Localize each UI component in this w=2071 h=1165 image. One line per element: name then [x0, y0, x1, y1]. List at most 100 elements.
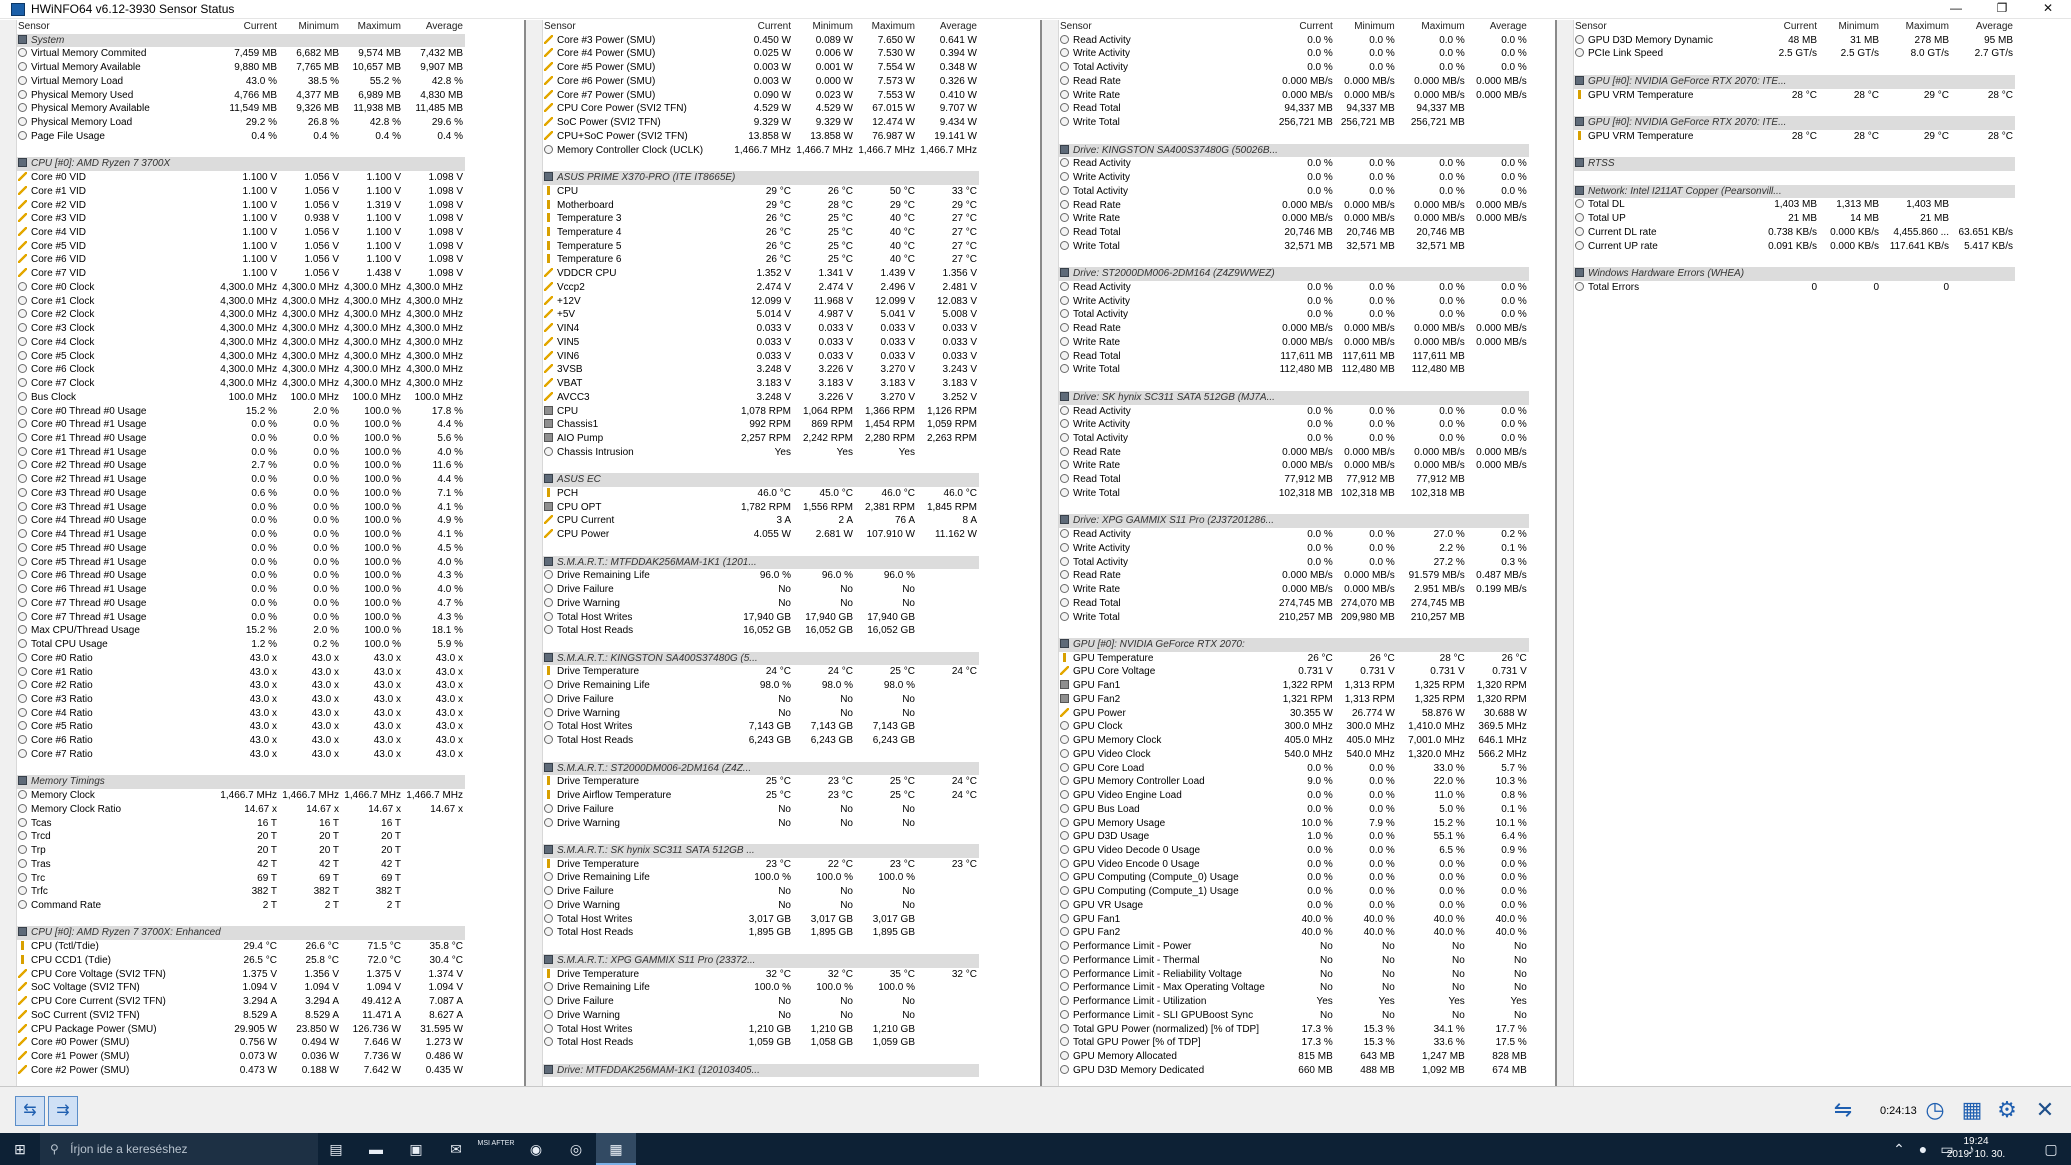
sensor-row[interactable]: Core #7 Thread #0 Usage 0.0 % 0.0 % 100.0 %… — [17, 597, 465, 611]
sensor-group-header[interactable]: GPU [#0]: NVIDIA GeForce RTX 2070: ITE..… — [1574, 116, 2015, 130]
sensor-row[interactable]: Core #0 Power (SMU) 0.756 W 0.494 W 7.646 W… — [17, 1036, 465, 1050]
sensor-row[interactable]: Physical Memory Load 29.2 % 26.8 % 42.8 % 29… — [17, 116, 465, 130]
sensor-row[interactable]: Write Activity 0.0 % 0.0 % 0.0 % 0.0 % — [1059, 171, 1529, 185]
sensor-row[interactable]: GPU Memory Allocated 815 MB 643 MB 1,247 MB… — [1059, 1050, 1529, 1064]
header-average[interactable]: Average — [917, 20, 979, 34]
sensor-row[interactable]: Chassis1 992 RPM 869 RPM 1,454 RPM 1,059 RPM — [543, 418, 979, 432]
sensor-row[interactable]: Core #2 Thread #1 Usage 0.0 % 0.0 % 100.0 %… — [17, 473, 465, 487]
sensor-row[interactable]: Total Activity 0.0 % 0.0 % 0.0 % 0.0 % — [1059, 61, 1529, 75]
microphone-icon[interactable]: ● — [1911, 1133, 1935, 1165]
sensor-row[interactable]: Core #7 Clock 4,300.0 MHz 4,300.0 MHz 4,300… — [17, 377, 465, 391]
sensor-row[interactable]: Core #1 Power (SMU) 0.073 W 0.036 W 7.736 W… — [17, 1050, 465, 1064]
tray-chevron-icon[interactable]: ⌃ — [1887, 1133, 1911, 1165]
clock-icon[interactable]: ◷ — [1918, 1093, 1952, 1127]
sensor-row[interactable]: SoC Current (SVI2 TFN) 8.529 A 8.529 A 11.4… — [17, 1009, 465, 1023]
sensor-row[interactable]: Core #2 Power (SMU) 0.473 W 0.188 W 7.642 W… — [17, 1064, 465, 1078]
sensor-row[interactable]: Core #1 Thread #0 Usage 0.0 % 0.0 % 100.0 %… — [17, 432, 465, 446]
sensor-group-header[interactable]: Drive: ST2000DM006-2DM164 (Z4Z9WWEZ) — [1059, 267, 1529, 281]
sensor-row[interactable]: Vccp2 2.474 V 2.474 V 2.496 V 2.481 V — [543, 281, 979, 295]
sensor-row[interactable]: CPU Core Power (SVI2 TFN) 4.529 W 4.529 W6… — [543, 102, 979, 116]
sensor-row[interactable]: CPU Package Power (SMU) 29.905 W 23.850 W1… — [17, 1023, 465, 1037]
sensor-row[interactable]: Core #4 Power (SMU) 0.025 W 0.006 W 7.530 W… — [543, 47, 979, 61]
header-average[interactable]: Average — [403, 20, 465, 34]
sensor-row[interactable]: Drive Failure No No No — [543, 885, 979, 899]
sensor-row[interactable]: Core #5 Clock 4,300.0 MHz 4,300.0 MHz 4,300… — [17, 350, 465, 364]
taskbar-clock[interactable]: 19:24 2019. 10. 30. — [1941, 1135, 2011, 1161]
scrollbar[interactable] — [1042, 20, 1059, 1086]
sensor-row[interactable]: Core #5 Power (SMU) 0.003 W 0.001 W 7.554 W… — [543, 61, 979, 75]
sensor-row[interactable]: Core #4 VID 1.100 V 1.056 V 1.100 V 1.098 V — [17, 226, 465, 240]
sensor-row[interactable]: Core #0 VID 1.100 V 1.056 V 1.100 V 1.098 V — [17, 171, 465, 185]
sensor-row[interactable]: AIO Pump 2,257 RPM 2,242 RPM 2,280 RPM 2,263… — [543, 432, 979, 446]
sensor-row[interactable]: GPU Video Encode 0 Usage 0.0 % 0.0 % 0.0 % 0… — [1059, 858, 1529, 872]
sensor-group-header[interactable]: Network: Intel I211AT Copper (Pearsonvil… — [1574, 184, 2015, 199]
header-minimum[interactable]: Minimum — [1819, 20, 1881, 34]
sensor-row[interactable]: Drive Warning No No No — [543, 707, 979, 721]
sensor-row[interactable]: Total Activity 0.0 % 0.0 % 0.0 % 0.0 % — [1059, 185, 1529, 199]
msi-afterburner-icon[interactable]: MSI AFTER — [476, 1133, 516, 1165]
sensor-row[interactable]: Read Activity 0.0 % 0.0 % 27.0 % 0.2 % — [1059, 528, 1529, 542]
sensor-row[interactable]: Drive Failure No No No — [543, 995, 979, 1009]
sensor-row[interactable]: Performance Limit - Power No No No No — [1059, 940, 1529, 954]
sensor-row[interactable]: Total Activity 0.0 % 0.0 % 0.0 % 0.0 % — [1059, 432, 1529, 446]
sensor-row[interactable]: Drive Warning No No No — [543, 597, 979, 611]
network-icon[interactable]: ⇋ — [1826, 1093, 1860, 1127]
sensor-row[interactable]: GPU Computing (Compute_0) Usage 0.0 % 0.0 … — [1059, 871, 1529, 885]
sensor-row[interactable]: Physical Memory Used 4,766 MB 4,377 MB 6,98… — [17, 89, 465, 103]
sensor-row[interactable]: Drive Temperature 25 °C 23 °C 25 °C 24 °C — [543, 775, 979, 789]
sensor-row[interactable]: Write Total 102,318 MB 102,318 MB 102,318 M… — [1059, 487, 1529, 501]
notifications-icon[interactable]: ▢ — [2031, 1133, 2071, 1165]
sensor-row[interactable]: VDDCR CPU 1.352 V 1.341 V 1.439 V 1.356 V — [543, 267, 979, 281]
sensor-row[interactable]: Core #5 Ratio 43.0 x 43.0 x 43.0 x 43.0 x — [17, 720, 465, 734]
sensor-row[interactable]: Virtual Memory Load 43.0 % 38.5 % 55.2 % 42.… — [17, 75, 465, 89]
scrollbar[interactable] — [526, 20, 543, 1086]
sensor-row[interactable]: Write Activity 0.0 % 0.0 % 2.2 % 0.1 % — [1059, 542, 1529, 556]
sensor-row[interactable]: GPU Fan2 1,321 RPM 1,313 RPM 1,325 RPM 1,320… — [1059, 693, 1529, 707]
sensor-row[interactable]: Performance Limit - Max Operating Voltag… — [1059, 981, 1529, 995]
sensor-row[interactable]: Drive Remaining Life 98.0 % 98.0 % 98.0 % — [543, 679, 979, 693]
sensor-row[interactable]: SoC Voltage (SVI2 TFN) 1.094 V 1.094 V 1.09… — [17, 981, 465, 995]
sensor-row[interactable]: Trcd 20 T 20 T 20 T — [17, 830, 465, 844]
sensor-row[interactable]: CPU Core Current (SVI2 TFN) 3.294 A 3.294 … — [17, 995, 465, 1009]
sensor-row[interactable]: Core #4 Thread #1 Usage 0.0 % 0.0 % 100.0 %… — [17, 528, 465, 542]
header-current[interactable]: Current — [207, 20, 279, 34]
sensor-row[interactable]: Core #5 Thread #1 Usage 0.0 % 0.0 % 100.0 %… — [17, 556, 465, 570]
sensor-row[interactable]: Read Rate 0.000 MB/s 0.000 MB/s 0.000 MB/s 0… — [1059, 199, 1529, 213]
sensor-row[interactable]: CPU CCD1 (Tdie) 26.5 °C 25.8 °C 72.0 °C 30.4… — [17, 954, 465, 968]
sensor-row[interactable]: Max CPU/Thread Usage 15.2 % 2.0 % 100.0 % 18… — [17, 624, 465, 638]
sensor-row[interactable]: GPU Video Decode 0 Usage 0.0 % 0.0 % 6.5 % 0… — [1059, 844, 1529, 858]
sensor-row[interactable]: Total Host Writes 7,143 GB 7,143 GB 7,143 G… — [543, 720, 979, 734]
sensor-row[interactable]: Total Activity 0.0 % 0.0 % 27.2 % 0.3 % — [1059, 556, 1529, 570]
sensor-row[interactable]: Drive Remaining Life 100.0 % 100.0 % 100.0 … — [543, 981, 979, 995]
sensor-row[interactable]: Core #2 Thread #0 Usage 2.7 % 0.0 % 100.0 %… — [17, 459, 465, 473]
sensor-row[interactable]: Core #6 Ratio 43.0 x 43.0 x 43.0 x 43.0 x — [17, 734, 465, 748]
sensor-row[interactable]: Total DL 1,403 MB 1,313 MB 1,403 MB — [1574, 198, 2015, 212]
sensor-row[interactable]: Temperature 4 26 °C 25 °C 40 °C 27 °C — [543, 226, 979, 240]
sensor-row[interactable]: Core #5 Thread #0 Usage 0.0 % 0.0 % 100.0 %… — [17, 542, 465, 556]
mail-icon[interactable]: ✉ — [436, 1133, 476, 1165]
sensor-row[interactable]: Read Activity 0.0 % 0.0 % 0.0 % 0.0 % — [1059, 157, 1529, 171]
header-sensor[interactable]: Sensor — [1059, 20, 1265, 34]
sensor-row[interactable]: Core #3 Power (SMU) 0.450 W 0.089 W 7.650 W… — [543, 34, 979, 48]
sensor-row[interactable]: Write Rate 0.000 MB/s 0.000 MB/s 2.951 MB/s… — [1059, 583, 1529, 597]
sensor-row[interactable]: Drive Warning No No No — [543, 899, 979, 913]
sensor-row[interactable]: Core #0 Clock 4,300.0 MHz 4,300.0 MHz 4,300… — [17, 281, 465, 295]
sensor-row[interactable]: 3VSB 3.248 V 3.226 V 3.270 V 3.243 V — [543, 363, 979, 377]
column-header[interactable]: Sensor Current Minimum Maximum Average — [1574, 20, 2015, 34]
sensor-row[interactable]: Drive Temperature 23 °C 22 °C 23 °C 23 °C — [543, 858, 979, 872]
sensor-row[interactable]: Core #0 Thread #0 Usage 15.2 % 2.0 % 100.0 … — [17, 405, 465, 419]
sensor-group-header[interactable]: ASUS PRIME X370-PRO (ITE IT8665E) — [543, 171, 979, 185]
sensor-row[interactable]: Core #7 VID 1.100 V 1.056 V 1.438 V 1.098 V — [17, 267, 465, 281]
sensor-row[interactable]: Core #0 Ratio 43.0 x 43.0 x 43.0 x 43.0 x — [17, 652, 465, 666]
sensor-row[interactable]: Temperature 3 26 °C 25 °C 40 °C 27 °C — [543, 212, 979, 226]
sensor-row[interactable]: SoC Power (SVI2 TFN) 9.329 W 9.329 W 12.474… — [543, 116, 979, 130]
sensor-row[interactable]: Core #6 Thread #0 Usage 0.0 % 0.0 % 100.0 %… — [17, 569, 465, 583]
sensor-row[interactable]: Drive Failure No No No — [543, 803, 979, 817]
sensor-row[interactable]: Core #3 Thread #0 Usage 0.6 % 0.0 % 100.0 %… — [17, 487, 465, 501]
sensor-row[interactable]: Total Host Reads 1,895 GB 1,895 GB 1,895 GB — [543, 926, 979, 940]
column-header[interactable]: Sensor Current Minimum Maximum Average — [1059, 20, 1529, 34]
sensor-row[interactable]: GPU Fan1 40.0 % 40.0 % 40.0 % 40.0 % — [1059, 913, 1529, 927]
sensor-row[interactable]: Core #7 Thread #1 Usage 0.0 % 0.0 % 100.0 %… — [17, 611, 465, 625]
sensor-row[interactable]: Temperature 6 26 °C 25 °C 40 °C 27 °C — [543, 253, 979, 267]
sensor-row[interactable]: Core #4 Thread #0 Usage 0.0 % 0.0 % 100.0 %… — [17, 514, 465, 528]
